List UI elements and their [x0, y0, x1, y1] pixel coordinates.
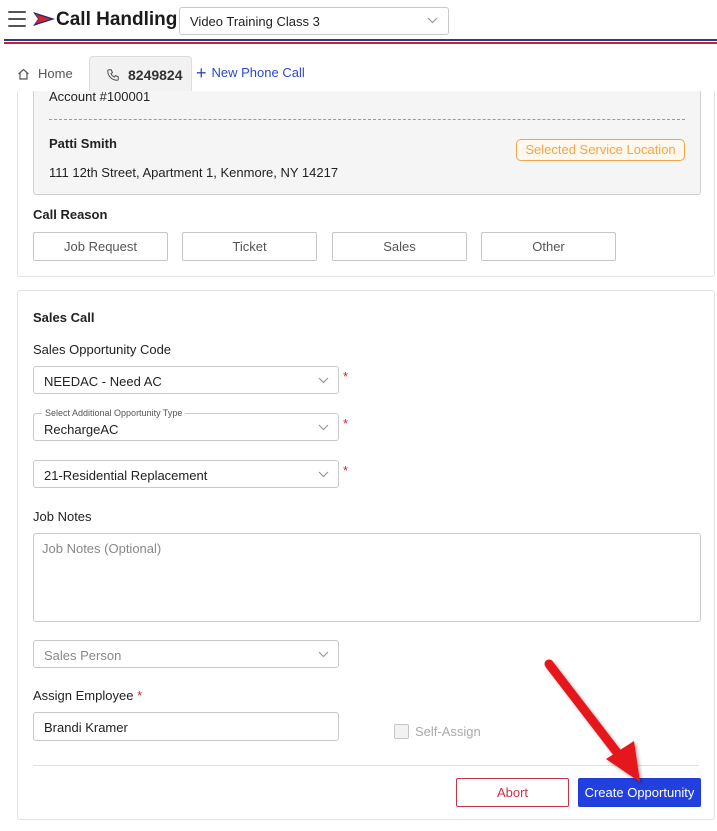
required-marker: * [343, 416, 349, 431]
opportunity-code-value: NEEDAC - Need AC [44, 374, 162, 389]
account-number: Account #100001 [49, 89, 151, 104]
self-assign-box[interactable] [394, 724, 409, 739]
additional-type-label: Select Additional Opportunity Type [42, 408, 186, 418]
assign-employee-label: Assign Employee * [33, 688, 142, 703]
tab-home[interactable]: Home [17, 66, 73, 81]
abort-button[interactable]: Abort [456, 778, 569, 807]
category-select[interactable]: 21-Residential Replacement [33, 460, 339, 488]
chevron-down-icon [318, 377, 329, 384]
sales-person-placeholder: Sales Person [44, 648, 122, 663]
new-phone-call-link[interactable]: + New Phone Call [196, 62, 305, 83]
additional-type-value: RechargeAC [44, 422, 119, 437]
customer-card: Account #100001 Patti Smith 111 12th Str… [17, 89, 715, 277]
customer-name: Patti Smith [49, 136, 117, 151]
phone-icon [107, 68, 119, 81]
customer-address: 111 12th Street, Apartment 1, Kenmore, N… [49, 165, 339, 180]
category-value: 21-Residential Replacement [44, 468, 208, 483]
assign-employee-label-text: Assign Employee [33, 688, 134, 703]
create-opportunity-button[interactable]: Create Opportunity [578, 778, 701, 807]
job-request-button[interactable]: Job Request [33, 232, 168, 261]
sales-button[interactable]: Sales [332, 232, 467, 261]
required-marker: * [343, 463, 349, 478]
class-select-value: Video Training Class 3 [190, 14, 320, 29]
opportunity-code-label: Sales Opportunity Code [33, 342, 172, 357]
tab-home-label: Home [38, 66, 73, 81]
header-stripe-red [4, 42, 717, 44]
class-select[interactable]: Video Training Class 3 [179, 7, 449, 35]
chevron-down-icon [318, 471, 329, 478]
required-marker: * [343, 369, 349, 384]
self-assign-checkbox[interactable]: Self-Assign [394, 724, 481, 739]
chevron-down-icon [318, 651, 329, 658]
new-phone-call-label: New Phone Call [211, 65, 305, 80]
self-assign-label: Self-Assign [415, 724, 481, 739]
chevron-down-icon [318, 424, 329, 431]
hamburger-menu-icon[interactable] [8, 11, 26, 27]
flag-logo-icon [33, 12, 55, 26]
header-stripe-blue [4, 39, 717, 41]
call-reason-heading: Call Reason [33, 207, 108, 222]
ticket-button[interactable]: Ticket [182, 232, 317, 261]
additional-opportunity-type-select[interactable]: Select Additional Opportunity Type Recha… [33, 408, 339, 441]
job-notes-textarea[interactable]: Job Notes (Optional) [33, 533, 701, 622]
tab-phone-call[interactable]: 8249824 [89, 56, 192, 92]
sales-person-select[interactable]: Sales Person [33, 640, 339, 668]
other-button[interactable]: Other [481, 232, 616, 261]
footer-divider [33, 765, 699, 766]
required-marker: * [137, 688, 143, 703]
home-icon [18, 68, 29, 80]
selected-service-location-badge: Selected Service Location [516, 139, 685, 161]
account-box: Account #100001 Patti Smith 111 12th Str… [33, 89, 701, 195]
sales-call-heading: Sales Call [33, 310, 95, 325]
app-title: Call Handling [56, 9, 178, 30]
sales-call-card: Sales Call Sales Opportunity Code NEEDAC… [17, 290, 715, 820]
dashed-divider [49, 119, 685, 120]
opportunity-code-select[interactable]: NEEDAC - Need AC [33, 366, 339, 394]
chevron-down-icon [427, 17, 438, 24]
tab-phone-label: 8249824 [128, 66, 183, 83]
job-notes-label: Job Notes [33, 509, 92, 524]
plus-icon: + [196, 62, 207, 83]
top-bar: Call Handling Video Training Class 3 [0, 0, 717, 46]
tab-bar: Home 8249824 + New Phone Call [0, 56, 717, 92]
assign-employee-input[interactable]: Brandi Kramer [33, 712, 339, 741]
